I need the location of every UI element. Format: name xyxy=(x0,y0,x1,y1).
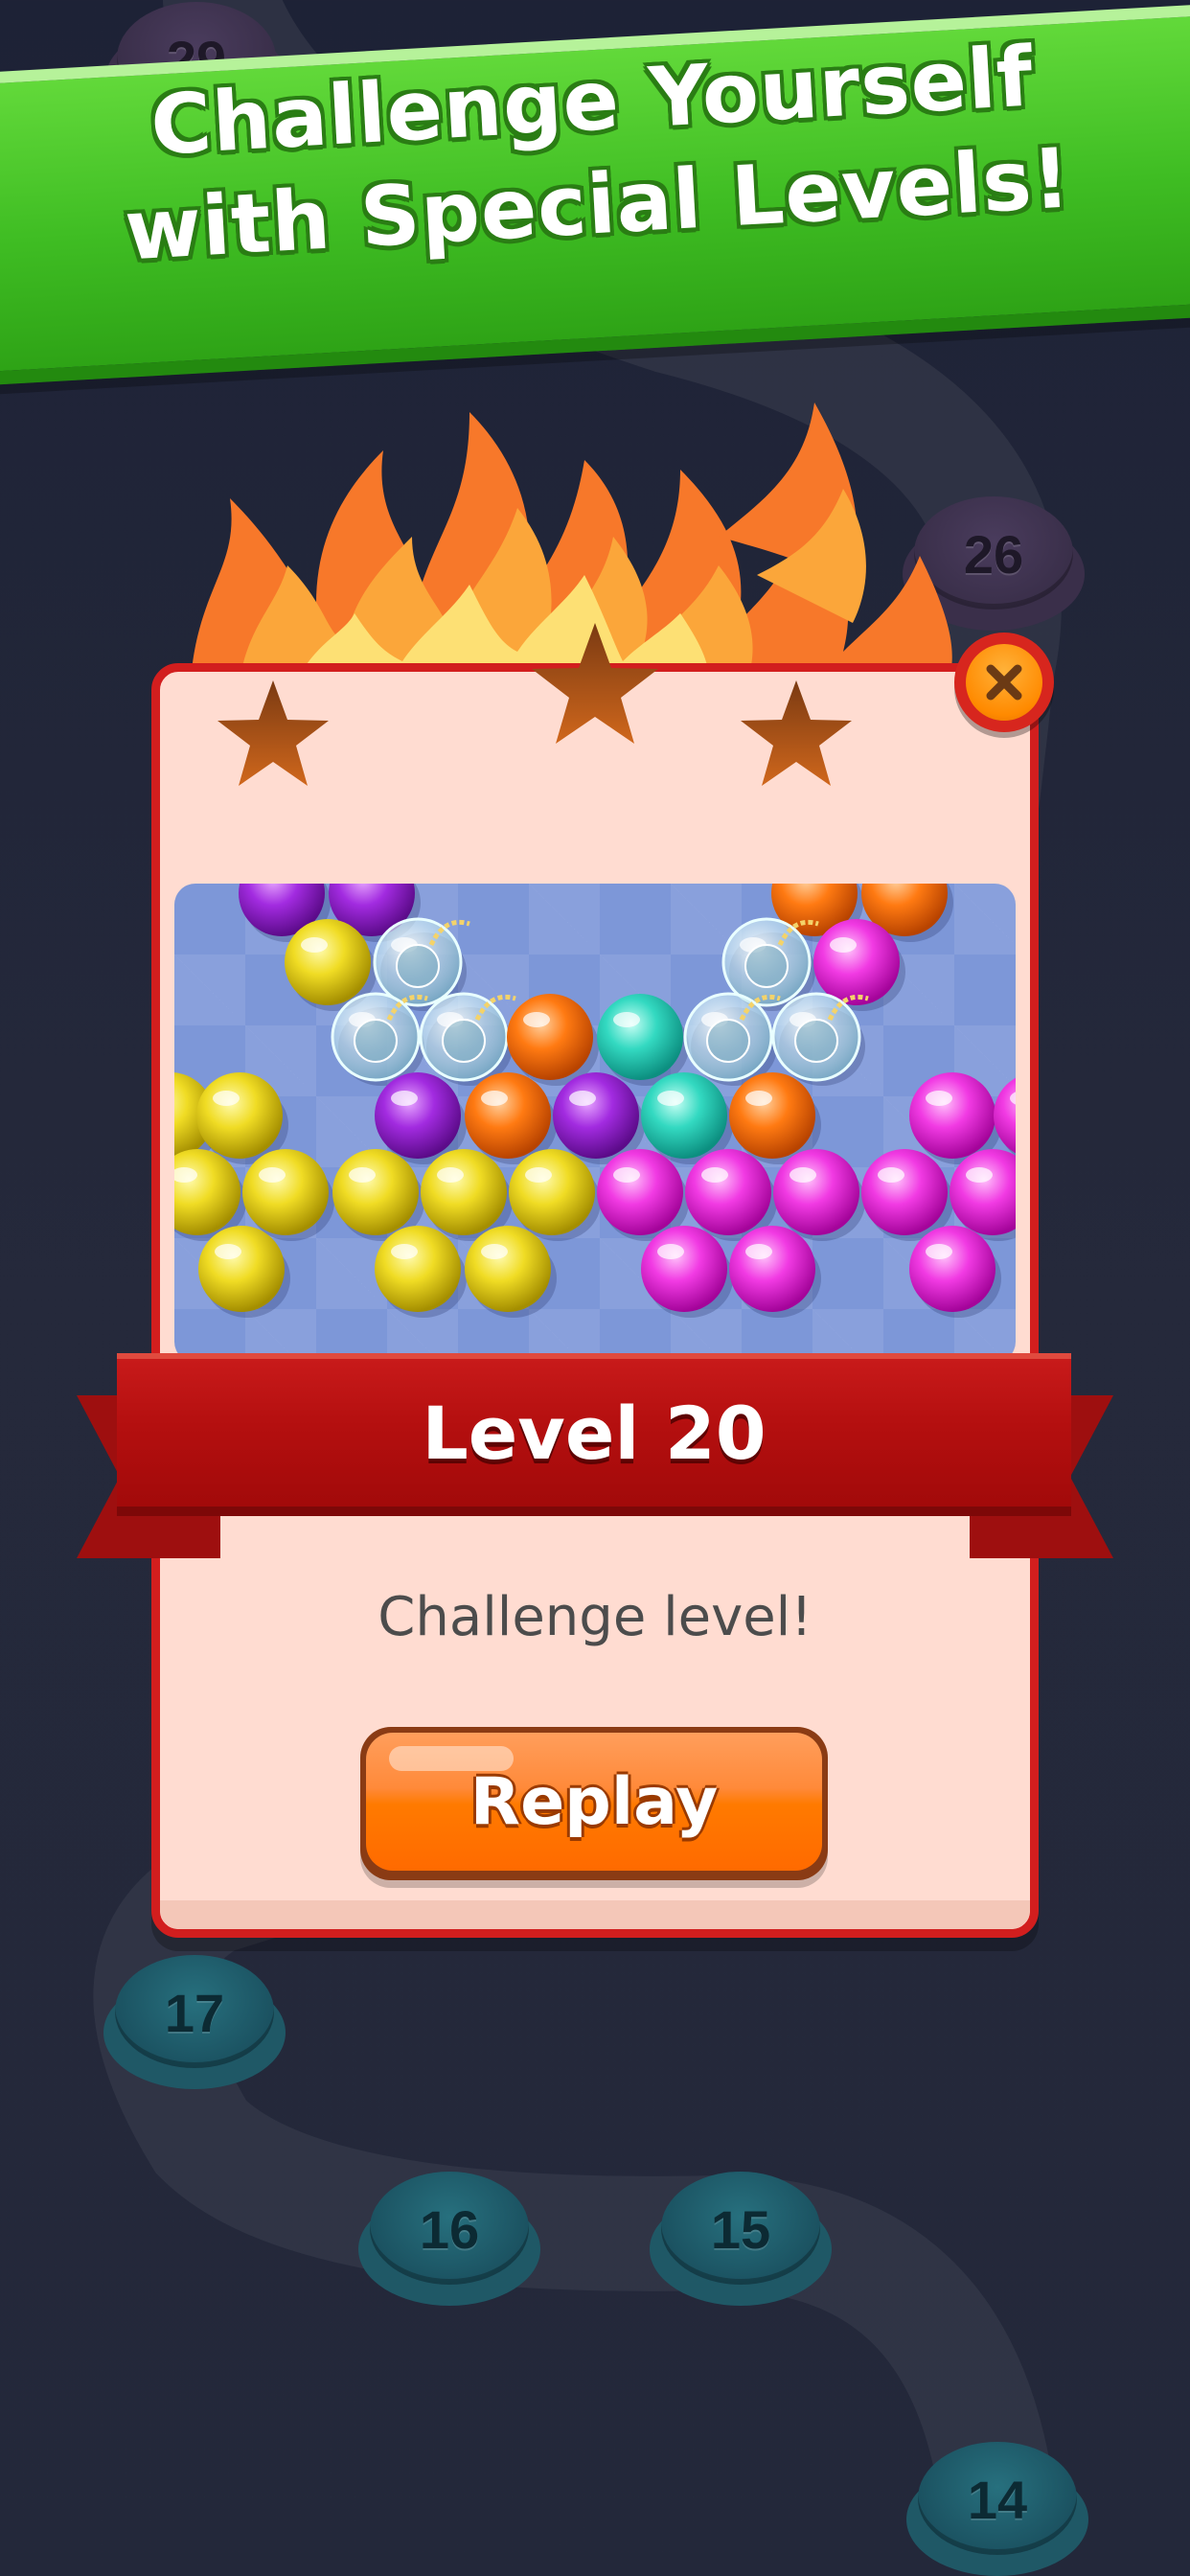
bubble xyxy=(729,1226,821,1318)
bubble xyxy=(465,1226,557,1318)
level-preview xyxy=(174,884,1016,1363)
map-level-number: 14 xyxy=(967,2469,1028,2530)
close-icon xyxy=(986,664,1022,701)
bubble-board xyxy=(174,884,1016,1318)
map-level-node-15[interactable]: 15 xyxy=(650,2172,832,2306)
bubble xyxy=(597,994,689,1086)
star-icon-1 xyxy=(217,680,329,786)
map-level-node-14[interactable]: 14 xyxy=(906,2442,1088,2576)
bubble xyxy=(509,1149,601,1241)
star-icon-2 xyxy=(532,623,658,744)
level-title-ribbon: Level 20 xyxy=(117,1353,1071,1516)
map-level-node-16[interactable]: 16 xyxy=(358,2172,540,2306)
map-level-number: 15 xyxy=(710,2198,771,2260)
star-rating xyxy=(217,623,852,786)
bomb-bubble xyxy=(419,992,516,1086)
bubble xyxy=(861,1149,953,1241)
replay-button-label: Replay xyxy=(469,1763,719,1840)
star-icon-3 xyxy=(741,680,852,786)
map-level-number: 16 xyxy=(419,2198,480,2260)
bubble xyxy=(375,1226,467,1318)
bubble xyxy=(198,1226,290,1318)
bubble xyxy=(507,994,599,1086)
level-subtitle: Challenge level! xyxy=(378,1586,812,1648)
map-level-number: 17 xyxy=(164,1982,225,2043)
bubble xyxy=(242,1149,334,1241)
bubble xyxy=(773,1149,865,1241)
replay-button[interactable]: Replay xyxy=(360,1727,828,1880)
map-level-node-17[interactable]: 17 xyxy=(103,1955,286,2089)
level-title: Level 20 xyxy=(422,1390,767,1476)
close-button[interactable] xyxy=(954,632,1054,732)
bubble xyxy=(641,1226,733,1318)
